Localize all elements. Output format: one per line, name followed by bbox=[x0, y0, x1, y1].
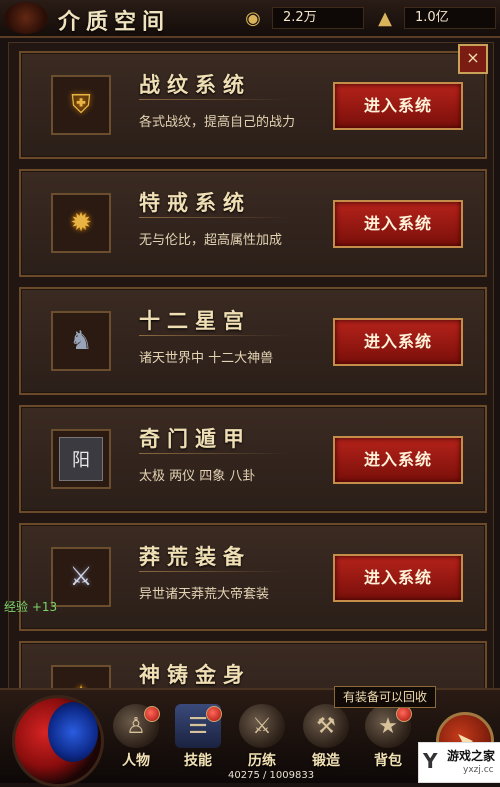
notification-dot bbox=[396, 706, 412, 722]
nav-label: 人物 bbox=[122, 753, 150, 769]
recycle-tooltip: 有装备可以回收 bbox=[334, 686, 437, 708]
enter-system-button[interactable]: 进入系统 bbox=[333, 82, 463, 130]
system-name: 神铸金身 bbox=[139, 662, 251, 687]
system-icon-frame: ⛨ bbox=[51, 75, 111, 135]
resource-1-value: 2.2万 bbox=[272, 7, 364, 29]
nav-forge-button[interactable]: ⚒ 锻造 bbox=[298, 704, 354, 774]
resource-currency-1: ◉ 2.2万 bbox=[240, 6, 364, 30]
system-desc: 无与伦比，超高属性加成 bbox=[139, 233, 283, 248]
site-watermark: Y 游戏之家 yxzj.cc bbox=[418, 742, 500, 783]
nav-label: 锻造 bbox=[312, 753, 340, 769]
resource-2-value: 1.0亿 bbox=[404, 7, 496, 29]
system-name: 十二星宫 bbox=[139, 308, 251, 333]
system-desc: 异世诸天莽荒大帝套装 bbox=[139, 587, 270, 602]
page-title: 介质空间 bbox=[58, 9, 171, 35]
nav-character-button[interactable]: ♙ 人物 bbox=[108, 704, 164, 774]
system-icon-frame: ♞ bbox=[51, 311, 111, 371]
resource-currency-2: ▲ 1.0亿 bbox=[372, 6, 496, 30]
system-card-xinggong: ♞ 十二星宫 诸天世界中 十二大神兽 进入系统 bbox=[19, 287, 487, 395]
system-name: 特戒系统 bbox=[139, 190, 251, 215]
system-desc: 诸天世界中 十二大神兽 bbox=[139, 351, 274, 366]
mp-orb bbox=[48, 702, 98, 762]
exp-gain-text: 经验 +13 bbox=[4, 600, 58, 614]
divider bbox=[139, 335, 289, 336]
system-card-zhanwen: ⛨ 战纹系统 各式战纹，提高自己的战力 进入系统 bbox=[19, 51, 487, 159]
system-card-tejie: ✹ 特戒系统 无与伦比，超高属性加成 进入系统 bbox=[19, 169, 487, 277]
gold-ingot-icon: ▲ bbox=[378, 7, 392, 29]
armor-icon: ⚔ bbox=[69, 562, 93, 592]
close-button[interactable]: × bbox=[458, 44, 488, 74]
divider bbox=[139, 571, 289, 572]
dragon-icon: ♞ bbox=[69, 326, 93, 356]
enter-system-button[interactable]: 进入系统 bbox=[333, 436, 463, 484]
coin-hand-icon: ◉ bbox=[245, 7, 261, 29]
watermark-sub: yxzj.cc bbox=[463, 765, 494, 775]
system-icon-frame: ⚔ bbox=[51, 547, 111, 607]
notification-dot bbox=[144, 706, 160, 722]
nav-label: 技能 bbox=[184, 753, 212, 769]
nav-bag-button[interactable]: ★ 背包 bbox=[360, 704, 416, 774]
nav-skill-button[interactable]: ☰ 技能 bbox=[170, 704, 226, 774]
yang-tile-icon: 阳 bbox=[59, 437, 103, 481]
divider bbox=[139, 453, 289, 454]
anvil-icon: ⚒ bbox=[303, 704, 349, 748]
system-desc: 各式战纹，提高自己的战力 bbox=[139, 115, 296, 130]
training-icon: ⚔ bbox=[239, 704, 285, 748]
system-icon-frame: ✦ bbox=[51, 665, 111, 688]
system-desc: 太极 两仪 四象 八卦 bbox=[139, 469, 256, 484]
enter-system-button[interactable]: 进入系统 bbox=[333, 200, 463, 248]
watermark-main: 游戏之家 bbox=[447, 749, 496, 763]
system-name: 莽荒装备 bbox=[139, 544, 251, 569]
watermark-logo-icon: Y bbox=[423, 749, 438, 773]
golden-body-icon: ✦ bbox=[60, 674, 102, 688]
enter-system-button[interactable]: 进入系统 bbox=[333, 318, 463, 366]
dragon-emblem-icon bbox=[4, 2, 48, 34]
divider bbox=[139, 217, 289, 218]
fire-ring-icon: ✹ bbox=[70, 208, 92, 238]
system-name: 奇门遁甲 bbox=[139, 426, 251, 451]
nav-training-button[interactable]: ⚔ 历练 bbox=[234, 704, 290, 774]
nav-label: 历练 bbox=[248, 753, 276, 769]
xp-readout: 40275 / 1009833 bbox=[228, 770, 315, 781]
system-card-jinshen: ✦ 神铸金身 bbox=[19, 641, 487, 688]
system-card-qimen: 阳 奇门遁甲 太极 两仪 四象 八卦 进入系统 bbox=[19, 405, 487, 513]
system-card-manghuang: ⚔ 莽荒装备 异世诸天莽荒大帝套装 进入系统 bbox=[19, 523, 487, 631]
system-icon-frame: 阳 bbox=[51, 429, 111, 489]
system-icon-frame: ✹ bbox=[51, 193, 111, 253]
enter-system-button[interactable]: 进入系统 bbox=[333, 554, 463, 602]
badge-icon: ⛨ bbox=[71, 89, 91, 120]
notification-dot bbox=[206, 706, 222, 722]
top-bar: 介质空间 ◉ 2.2万 ▲ 1.0亿 bbox=[0, 0, 500, 38]
system-name: 战纹系统 bbox=[139, 72, 251, 97]
nav-label: 背包 bbox=[374, 753, 402, 769]
divider bbox=[139, 99, 289, 100]
systems-panel: ⛨ 战纹系统 各式战纹，提高自己的战力 进入系统 ✹ 特戒系统 无与伦比，超高属… bbox=[8, 42, 494, 689]
